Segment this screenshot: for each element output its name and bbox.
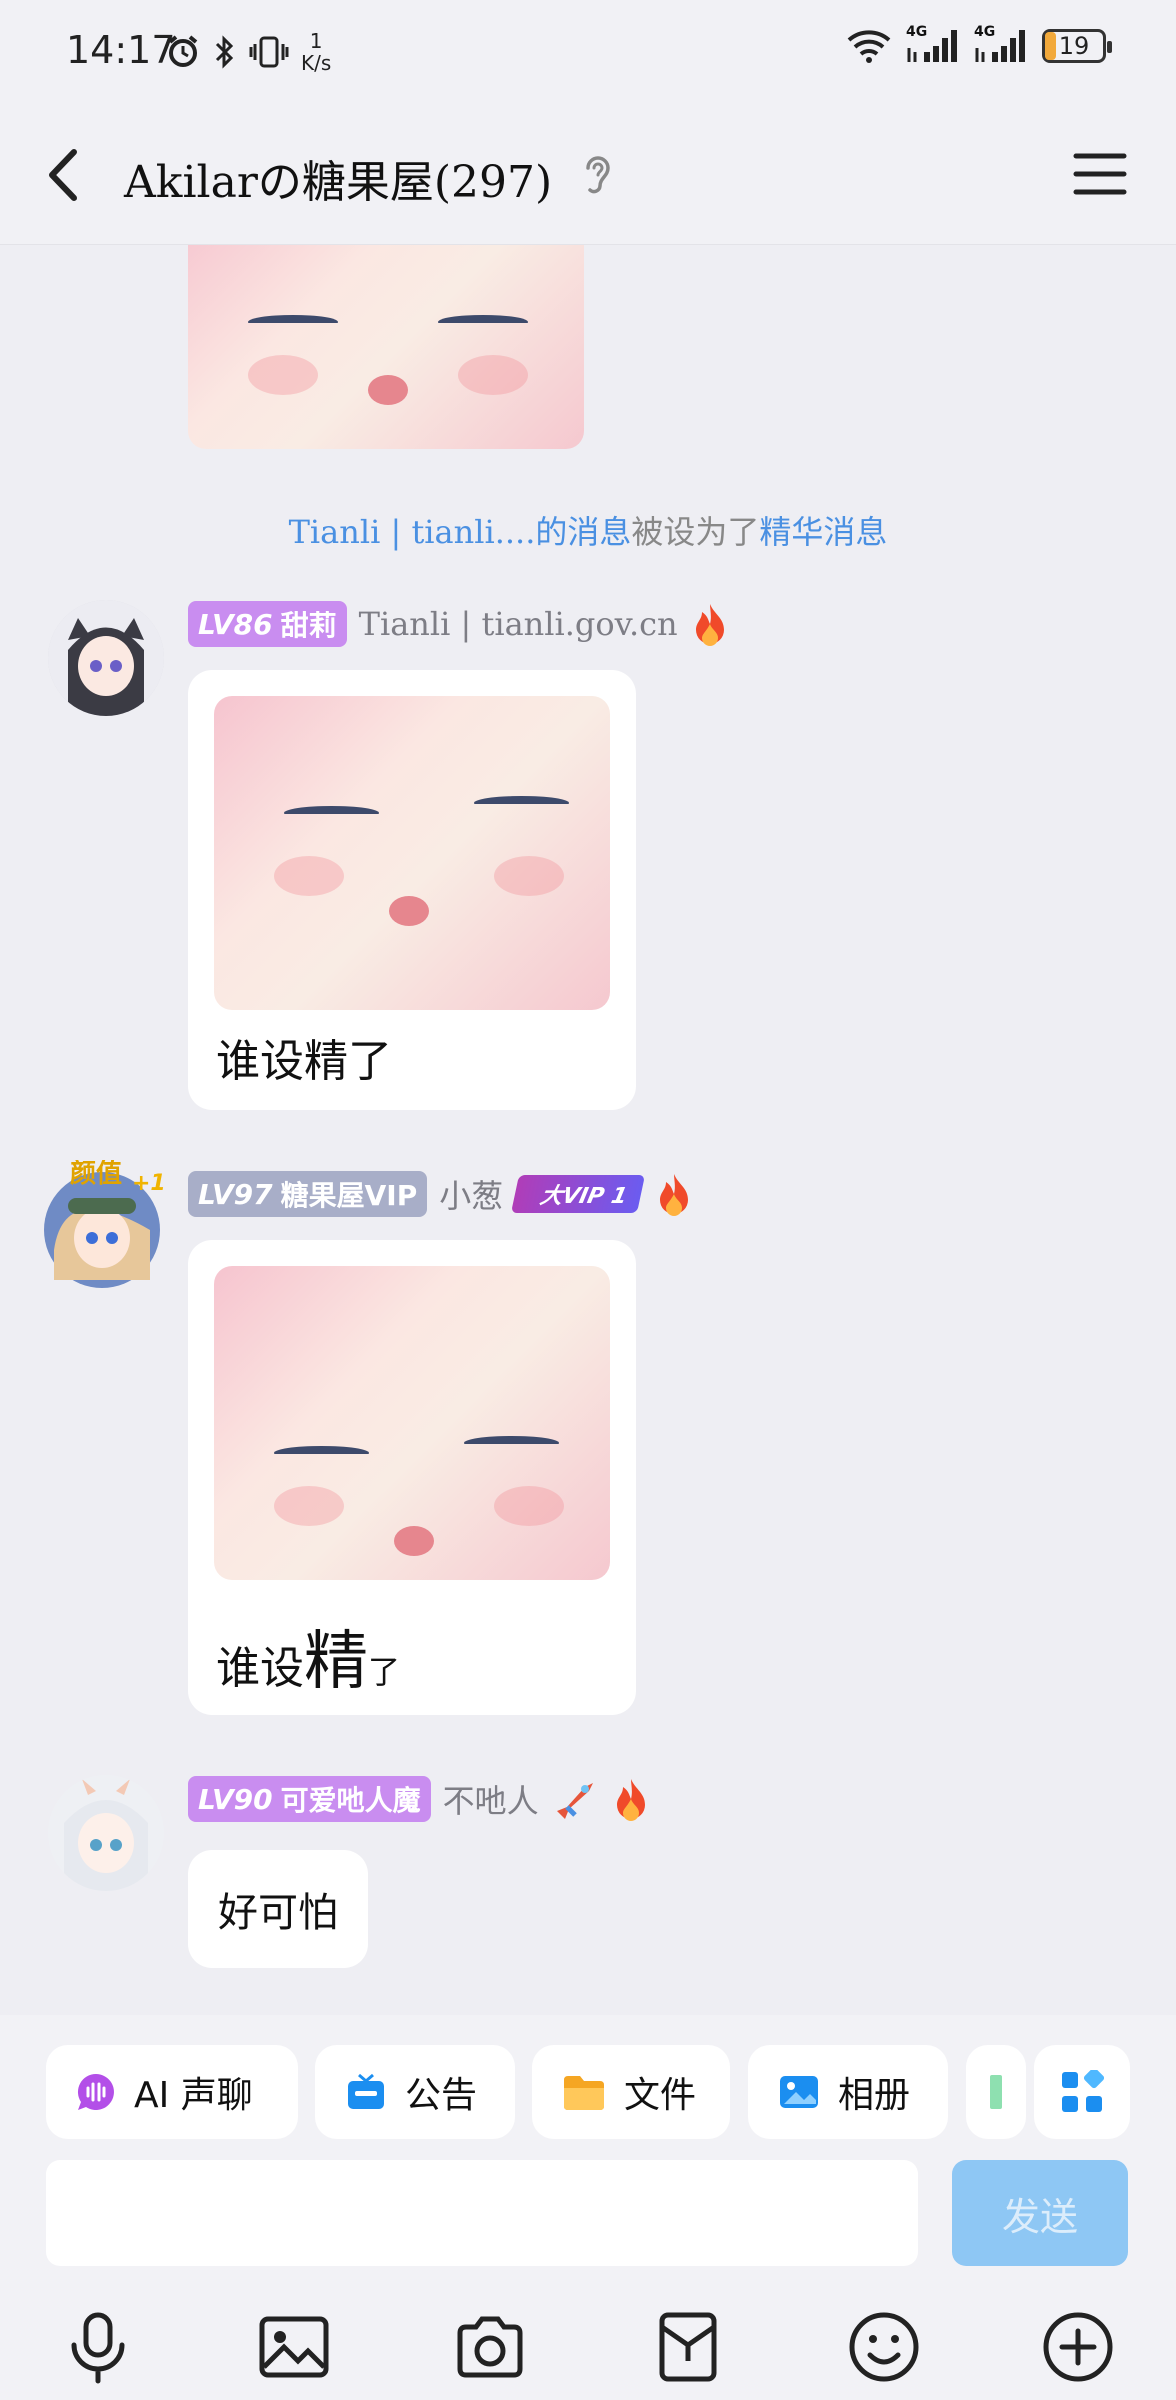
sender-nickname[interactable]: Tianli | tianli.gov.cn [359, 605, 678, 643]
folder-icon [564, 2076, 604, 2110]
caption-part-small: 了 [368, 1653, 401, 1691]
sticker-image[interactable] [214, 1266, 610, 1580]
bottom-action-bar [0, 2297, 1176, 2397]
rocket-icon [556, 1783, 593, 1819]
sender-nickname[interactable]: 不吔人 [443, 1776, 539, 1822]
signal-2: 4G [974, 24, 1028, 64]
message-bubble[interactable]: 好可怕 [188, 1850, 368, 1968]
avatar[interactable] [48, 1775, 164, 1891]
level-value: LV97 [198, 1177, 273, 1211]
network-speed-value: 1 [309, 29, 323, 53]
level-title: 糖果屋VIP [280, 1179, 418, 1212]
avatar-image [48, 1775, 164, 1891]
plus-icon[interactable] [1040, 2309, 1116, 2385]
message-meta: LV90 可爱吔人魔 不吔人 [188, 1775, 651, 1823]
status-icons-left: 1 K/s [165, 30, 331, 74]
chat-message: 颜值 +1 LV97 糖果屋VIP 小葱 大VIP 1 谁设精了 [0, 1160, 1176, 1750]
notice-target[interactable]: 精华消息 [759, 513, 887, 551]
quick-action-label: 文件 [624, 2075, 697, 2116]
fire-icon [616, 1779, 645, 1821]
message-input[interactable] [46, 2160, 918, 2266]
level-title: 可爱吔人魔 [280, 1784, 421, 1817]
vip-badge-label: 大VIP 1 [538, 1184, 630, 1209]
chat-area[interactable]: Tianli | tianli....的消息被设为了精华消息 LV86 甜莉 Ti… [0, 245, 1176, 2015]
album-icon [780, 2076, 818, 2108]
level-value: LV86 [198, 607, 273, 641]
emoji-icon[interactable] [846, 2309, 922, 2385]
message-meta: LV97 糖果屋VIP 小葱 大VIP 1 [188, 1170, 694, 1218]
battery-level: 19 [1058, 32, 1090, 60]
battery-indicator: 19 [1042, 29, 1112, 63]
sticker-image[interactable] [214, 696, 610, 1010]
ai-voice-icon [77, 2074, 114, 2110]
quick-action-announcement[interactable]: 公告 [315, 2045, 515, 2139]
chat-message: LV90 可爱吔人魔 不吔人 好可怕 [0, 1775, 1176, 2005]
network-speed: 1 K/s [301, 30, 331, 74]
fire-icon [695, 604, 724, 646]
essence-notice: Tianli | tianli....的消息被设为了精华消息 [0, 507, 1176, 553]
network-speed-unit: K/s [301, 51, 332, 75]
status-time: 14:17 [66, 28, 176, 72]
chat-header: Akilarの糖果屋(297) [0, 100, 1176, 245]
apps-grid-icon [1062, 2070, 1104, 2112]
fire-icon [659, 1174, 688, 1216]
microphone-icon[interactable] [60, 2309, 136, 2385]
red-packet-icon[interactable] [650, 2309, 726, 2385]
battery-fill [1045, 32, 1057, 60]
image-icon[interactable] [256, 2309, 332, 2385]
sender-nickname[interactable]: 小葱 [439, 1171, 503, 1217]
menu-button[interactable] [1072, 146, 1128, 202]
sticker-image[interactable] [188, 245, 584, 449]
avatar-plus: +1 [132, 1171, 164, 1196]
input-toolbar: AI 声聊 公告 文件 相册 发送 [0, 2015, 1176, 2400]
network-type-2: 4G [974, 24, 996, 40]
level-value: LV90 [198, 1782, 273, 1816]
level-badge: LV90 可爱吔人魔 [188, 1776, 431, 1822]
send-button[interactable]: 发送 [952, 2160, 1128, 2266]
avatar[interactable] [48, 600, 164, 716]
notice-action: 被设为了 [631, 513, 760, 551]
network-type-1: 4G [906, 24, 928, 40]
message-card[interactable]: 谁设精了 [188, 1240, 636, 1715]
quick-action-ai-voice[interactable]: AI 声聊 [46, 2045, 298, 2139]
vip-badge: 大VIP 1 [511, 1175, 646, 1213]
message-caption: 谁设精了 [216, 1610, 400, 1702]
quick-action-files[interactable]: 文件 [532, 2045, 730, 2139]
status-bar: 14:17 1 K/s 4G 4G 19 [0, 0, 1176, 100]
status-icons-right: 4G 4G 19 [846, 24, 1112, 64]
message-card[interactable]: 谁设精了 [188, 670, 636, 1110]
quick-action-album[interactable]: 相册 [748, 2045, 948, 2139]
chat-message: LV86 甜莉 Tianli | tianli.gov.cn 谁设精了 [0, 600, 1176, 1110]
quick-action-more-partial[interactable] [966, 2045, 1026, 2139]
alarm-icon [168, 35, 198, 67]
notice-sender[interactable]: Tianli | tianli....的消息 [289, 513, 632, 551]
avatar-image: 颜值 +1 [44, 1160, 164, 1288]
partial-icon [990, 2075, 1002, 2109]
quick-action-label: AI 声聊 [134, 2075, 253, 2116]
back-button[interactable] [38, 140, 98, 210]
camera-icon[interactable] [452, 2309, 528, 2385]
wifi-icon [847, 30, 891, 63]
avatar-image [48, 600, 164, 716]
announcement-icon [348, 2073, 384, 2109]
bluetooth-icon [215, 35, 234, 69]
quick-action-label: 相册 [838, 2075, 911, 2116]
level-title: 甜莉 [280, 609, 337, 642]
avatar-tag: 颜值 [70, 1160, 122, 1189]
vibrate-icon [249, 36, 289, 68]
avatar[interactable]: 颜值 +1 [44, 1160, 164, 1296]
caption-part-large: 精 [304, 1625, 368, 1699]
group-title: Akilarの糖果屋(297) [124, 157, 553, 208]
level-badge: LV86 甜莉 [188, 601, 347, 647]
message-caption: 谁设精了 [216, 1036, 392, 1087]
ear-icon[interactable] [578, 150, 618, 198]
apps-button[interactable] [1034, 2045, 1130, 2139]
signal-1: 4G [906, 24, 960, 64]
quick-action-label: 公告 [405, 2075, 478, 2116]
level-badge: LV97 糖果屋VIP [188, 1171, 428, 1217]
message-meta: LV86 甜莉 Tianli | tianli.gov.cn [188, 600, 730, 648]
caption-part: 谁设 [216, 1643, 304, 1694]
